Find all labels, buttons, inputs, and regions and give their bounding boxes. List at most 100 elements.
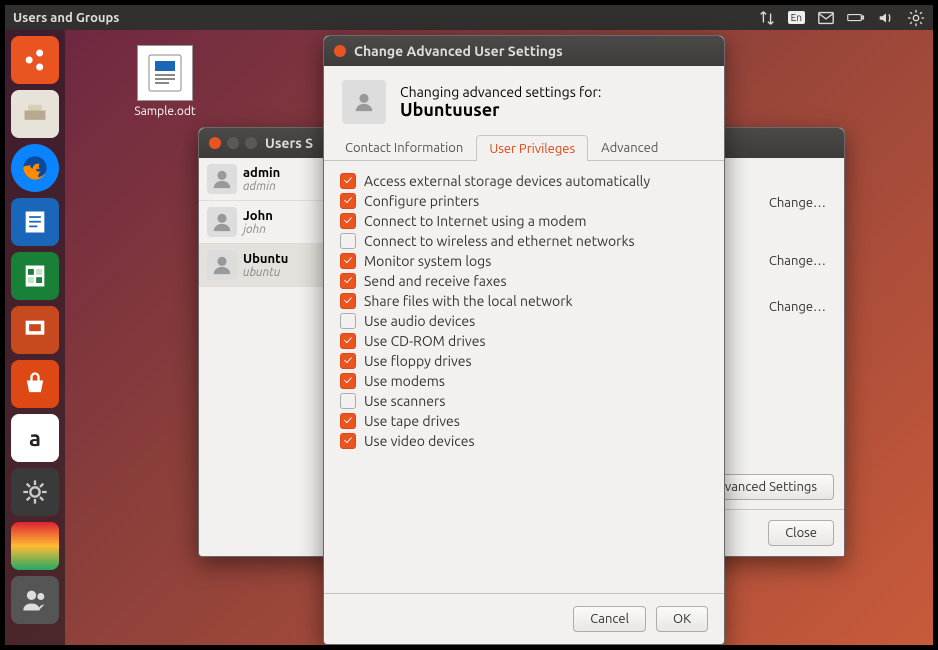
launcher-software-icon[interactable] — [11, 360, 59, 408]
privilege-checkbox[interactable] — [340, 233, 356, 249]
privilege-label: Use video devices — [364, 433, 475, 449]
privilege-row[interactable]: Use scanners — [340, 391, 708, 411]
top-panel: Users and Groups En — [5, 5, 933, 30]
dialog-title: Change Advanced User Settings — [354, 43, 563, 59]
keyboard-language-badge[interactable]: En — [788, 11, 805, 24]
volume-icon[interactable] — [877, 9, 895, 27]
launcher-dash-icon[interactable] — [11, 36, 59, 84]
privilege-label: Use CD-ROM drives — [364, 333, 486, 349]
privilege-label: Use audio devices — [364, 313, 475, 329]
privilege-checkbox[interactable] — [340, 293, 356, 309]
user-name: John — [243, 209, 273, 223]
advanced-settings-button[interactable]: vanced Settings — [708, 474, 834, 500]
privilege-checkbox[interactable] — [340, 433, 356, 449]
user-list-item[interactable]: Johnjohn — [199, 201, 328, 244]
dialog-heading-username: Ubuntuuser — [400, 100, 601, 120]
avatar-icon — [207, 250, 237, 280]
user-avatar-icon — [342, 80, 386, 124]
panel-title: Users and Groups — [13, 11, 119, 25]
privilege-checkbox[interactable] — [340, 373, 356, 389]
privilege-checkbox[interactable] — [340, 333, 356, 349]
close-icon[interactable] — [209, 137, 221, 149]
privilege-row[interactable]: Use video devices — [340, 431, 708, 451]
privilege-row[interactable]: Connect to wireless and ethernet network… — [340, 231, 708, 251]
launcher-files-icon[interactable] — [11, 90, 59, 138]
maximize-icon[interactable] — [245, 137, 257, 149]
user-list-item[interactable]: Ubuntuubuntu — [199, 244, 328, 287]
minimize-icon[interactable] — [227, 137, 239, 149]
launcher-amazon-icon[interactable]: a — [11, 414, 59, 462]
privilege-label: Use modems — [364, 373, 445, 389]
privilege-label: Connect to wireless and ethernet network… — [364, 233, 635, 249]
close-icon[interactable] — [334, 45, 346, 57]
privilege-row[interactable]: Share files with the local network — [340, 291, 708, 311]
network-updown-icon[interactable] — [758, 9, 776, 27]
user-id: ubuntu — [243, 266, 288, 279]
privilege-row[interactable]: Use modems — [340, 371, 708, 391]
change-link-2[interactable]: Change… — [769, 254, 826, 268]
tab-advanced[interactable]: Advanced — [588, 134, 671, 160]
privilege-label: Configure printers — [364, 193, 479, 209]
desktop-file[interactable]: Sample.odt — [125, 45, 205, 118]
user-id: john — [243, 223, 273, 236]
privilege-label: Connect to Internet using a modem — [364, 213, 586, 229]
dialog-tabs: Contact Information User Privileges Adva… — [324, 134, 724, 161]
user-name: admin — [243, 166, 280, 180]
privilege-label: Use scanners — [364, 393, 445, 409]
mail-icon[interactable] — [817, 9, 835, 27]
privilege-row[interactable]: Monitor system logs — [340, 251, 708, 271]
privilege-label: Send and receive faxes — [364, 273, 507, 289]
launcher-settings-icon[interactable] — [11, 468, 59, 516]
dialog-titlebar[interactable]: Change Advanced User Settings — [324, 36, 724, 66]
close-button[interactable]: Close — [768, 520, 834, 546]
privilege-checkbox[interactable] — [340, 393, 356, 409]
change-link-3[interactable]: Change… — [769, 300, 826, 314]
privilege-label: Monitor system logs — [364, 253, 491, 269]
tab-contact[interactable]: Contact Information — [332, 134, 476, 160]
privilege-row[interactable]: Send and receive faxes — [340, 271, 708, 291]
users-window-title: Users S — [265, 135, 313, 151]
privilege-row[interactable]: Access external storage devices automati… — [340, 171, 708, 191]
dialog-heading-label: Changing advanced settings for: — [400, 84, 601, 100]
privilege-checkbox[interactable] — [340, 193, 356, 209]
privilege-checkbox[interactable] — [340, 313, 356, 329]
user-id: admin — [243, 180, 280, 193]
launcher-users-icon[interactable] — [11, 576, 59, 624]
odt-file-icon — [137, 45, 193, 101]
user-list-item[interactable]: adminadmin — [199, 158, 328, 201]
privilege-checkbox[interactable] — [340, 253, 356, 269]
user-name: Ubuntu — [243, 252, 288, 266]
privilege-checkbox[interactable] — [340, 173, 356, 189]
launcher-calc-icon[interactable] — [11, 252, 59, 300]
privilege-label: Access external storage devices automati… — [364, 173, 650, 189]
privilege-label: Use tape drives — [364, 413, 460, 429]
cancel-button[interactable]: Cancel — [573, 606, 646, 632]
privilege-row[interactable]: Use CD-ROM drives — [340, 331, 708, 351]
desktop-file-label: Sample.odt — [134, 105, 195, 118]
privilege-checkbox[interactable] — [340, 213, 356, 229]
tab-privileges[interactable]: User Privileges — [476, 135, 588, 161]
privilege-checkbox[interactable] — [340, 353, 356, 369]
launcher: a — [5, 30, 65, 645]
privilege-row[interactable]: Connect to Internet using a modem — [340, 211, 708, 231]
privilege-row[interactable]: Use tape drives — [340, 411, 708, 431]
gear-icon[interactable] — [907, 9, 925, 27]
avatar-icon — [207, 207, 237, 237]
advanced-settings-dialog: Change Advanced User Settings Changing a… — [323, 35, 725, 645]
privilege-label: Share files with the local network — [364, 293, 573, 309]
avatar-icon — [207, 164, 237, 194]
battery-icon[interactable] — [847, 9, 865, 27]
users-list: adminadminJohnjohnUbuntuubuntu — [199, 158, 329, 556]
launcher-firefox-icon[interactable] — [11, 144, 59, 192]
privilege-checkbox[interactable] — [340, 273, 356, 289]
launcher-impress-icon[interactable] — [11, 306, 59, 354]
change-link-1[interactable]: Change… — [769, 196, 826, 210]
ok-button[interactable]: OK — [656, 606, 708, 632]
privilege-row[interactable]: Configure printers — [340, 191, 708, 211]
privilege-checkbox[interactable] — [340, 413, 356, 429]
privilege-row[interactable]: Use audio devices — [340, 311, 708, 331]
launcher-writer-icon[interactable] — [11, 198, 59, 246]
system-tray: En — [758, 9, 925, 27]
privilege-row[interactable]: Use floppy drives — [340, 351, 708, 371]
launcher-misc-icon[interactable] — [11, 522, 59, 570]
